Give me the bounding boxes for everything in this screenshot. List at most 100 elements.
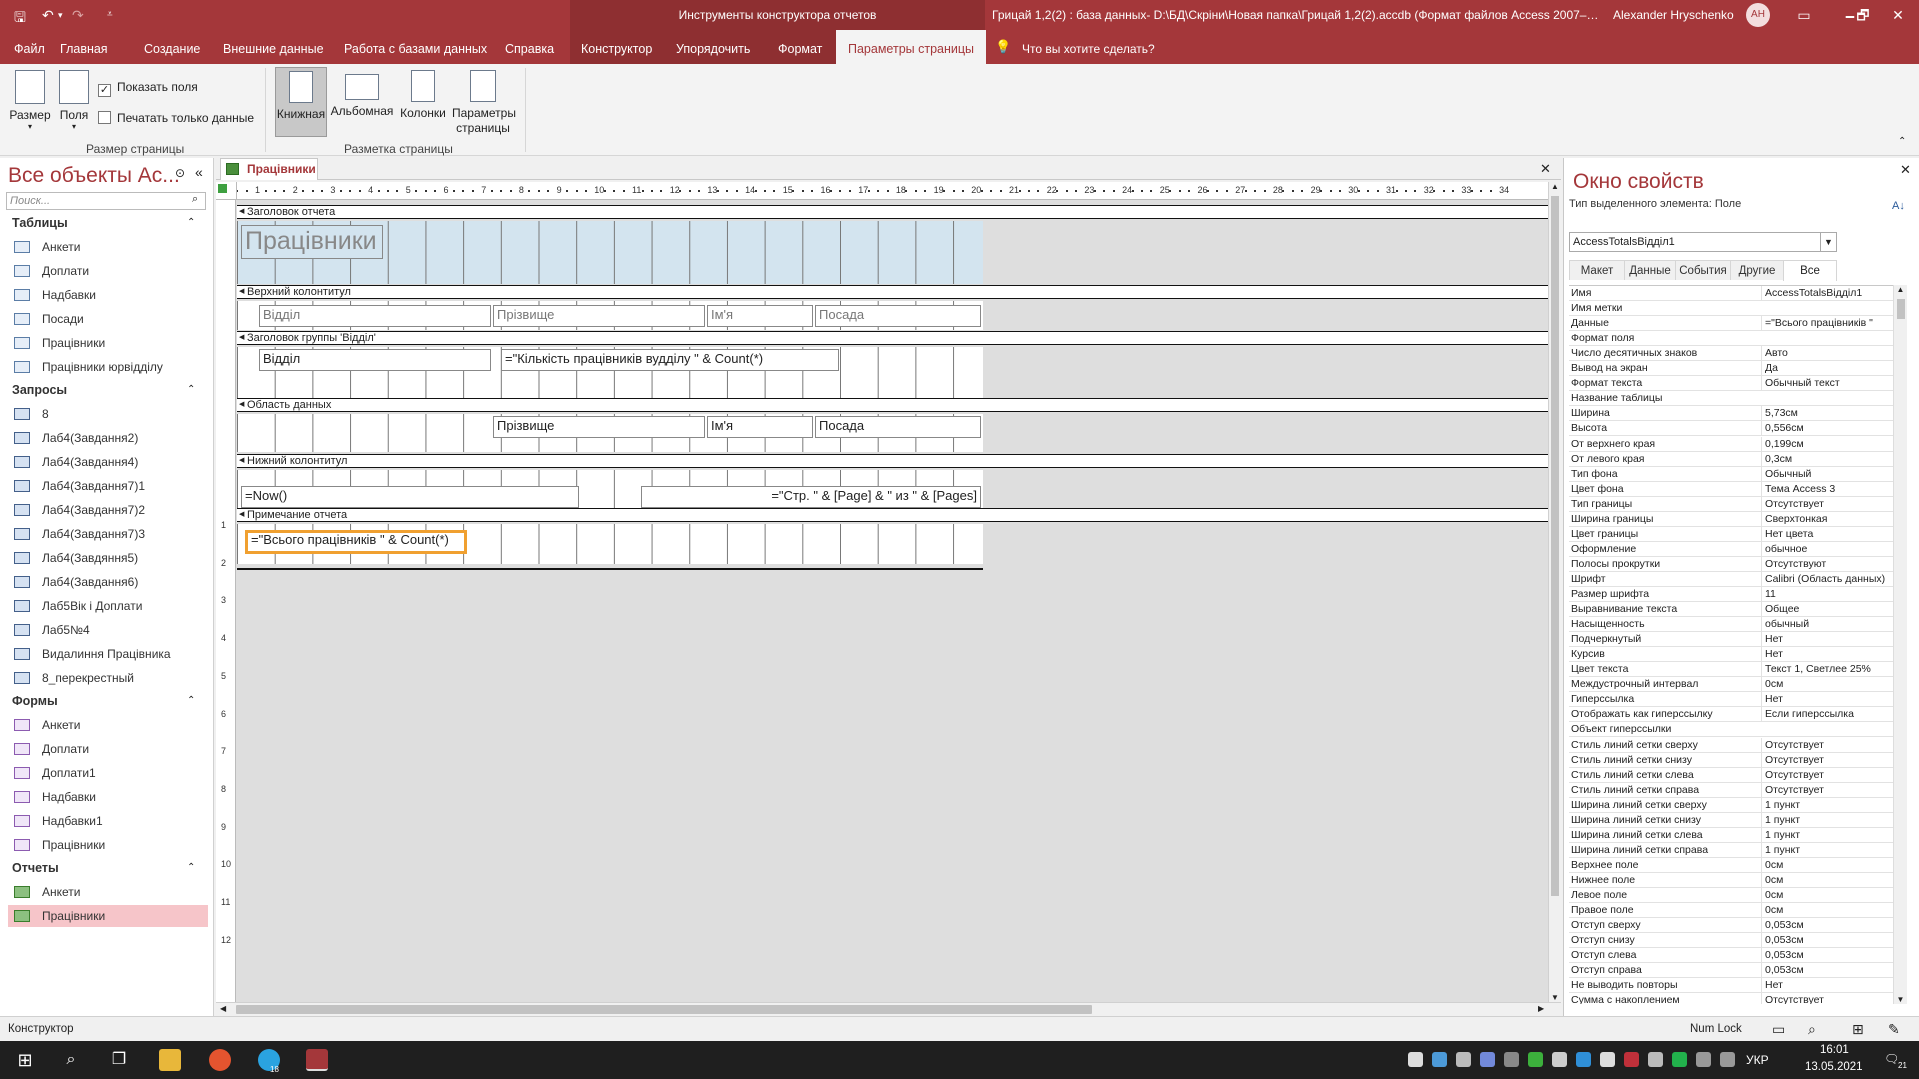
property-value[interactable]: 0см — [1761, 857, 1891, 872]
customize-qat-icon[interactable]: ⩡ — [107, 9, 113, 20]
page-header-label-position[interactable]: Посада — [815, 305, 981, 327]
discord-icon[interactable] — [1480, 1052, 1495, 1067]
tray-app-icon[interactable] — [1576, 1052, 1591, 1067]
property-row[interactable]: Тип границы Отсутствует — [1569, 496, 1893, 512]
columns-button[interactable]: Колонки — [397, 70, 449, 120]
property-value[interactable]: Тема Access 3 — [1761, 481, 1891, 496]
clock-date[interactable]: 13.05.2021 — [1805, 1061, 1863, 1073]
tab-file[interactable]: Файл — [6, 30, 53, 64]
property-row[interactable]: Ширина линий сетки снизу 1 пункт — [1569, 812, 1893, 828]
document-tab-report[interactable]: Працівники — [220, 158, 318, 180]
property-row[interactable]: Шрифт Calibri (Область данных) — [1569, 571, 1893, 587]
property-row[interactable]: Отступ сверху 0,053см — [1569, 918, 1893, 934]
nav-pane-title[interactable]: Все объекты Ac... — [8, 164, 180, 188]
nav-item[interactable]: 8_перекрестный — [8, 667, 208, 689]
chevron-down-icon[interactable]: ▼ — [1820, 233, 1836, 251]
portrait-button[interactable]: Книжная — [275, 67, 327, 137]
band-group-header[interactable]: Відділ ="Кількість працівників вудділу "… — [237, 347, 1548, 400]
props-tab-events[interactable]: События — [1675, 260, 1731, 280]
tray-app-icon[interactable] — [1648, 1052, 1663, 1067]
property-row[interactable]: Размер шрифта 11 — [1569, 587, 1893, 602]
nav-item[interactable]: Лаб5Вік і Доплати — [8, 595, 208, 617]
property-row[interactable]: Междустрочный интервал 0см — [1569, 677, 1893, 693]
property-value[interactable]: Отсутствуют — [1761, 556, 1891, 571]
tray-app-icon[interactable] — [1456, 1052, 1471, 1067]
redo-icon[interactable]: ↷ — [72, 7, 84, 24]
property-row[interactable]: Вывод на экран Да — [1569, 361, 1893, 377]
page-header-label-name[interactable]: Ім'я — [707, 305, 813, 327]
tab-format[interactable]: Формат — [770, 30, 830, 64]
property-value[interactable]: Если гиперссылка — [1761, 707, 1891, 722]
scroll-thumb[interactable] — [1551, 196, 1559, 896]
task-view-icon[interactable]: ❐ — [108, 1049, 130, 1071]
tell-me-search[interactable]: Что вы хотите сделать? — [1022, 42, 1155, 56]
property-value[interactable]: 0,053см — [1761, 933, 1891, 948]
property-row[interactable]: Левое поле 0см — [1569, 888, 1893, 903]
props-tab-all[interactable]: Все — [1783, 260, 1837, 281]
property-row[interactable]: Объект гиперссылки — [1569, 722, 1893, 738]
property-value[interactable]: 0,053см — [1761, 948, 1891, 963]
property-row[interactable]: Нижнее поле 0см — [1569, 872, 1893, 888]
property-row[interactable]: Ширина линий сетки слева 1 пункт — [1569, 827, 1893, 843]
property-value[interactable]: 11 — [1761, 587, 1891, 601]
property-row[interactable]: Насыщенность обычный — [1569, 617, 1893, 633]
tab-help[interactable]: Справка — [497, 30, 562, 64]
print-preview-icon[interactable]: ⌕ — [1808, 1017, 1816, 1041]
property-value[interactable]: 1 пункт — [1761, 797, 1891, 812]
property-value[interactable]: 0см — [1761, 888, 1891, 902]
property-value[interactable]: Авто — [1761, 346, 1891, 361]
nav-group-header[interactable]: Таблицы — [12, 216, 68, 230]
nav-item[interactable]: Посади — [8, 308, 208, 330]
band-page-header[interactable]: Відділ Прізвище Ім'я Посада — [237, 301, 1548, 330]
control-selector[interactable]: AccessTotalsВідділ1 ▼ — [1569, 232, 1837, 252]
margins-button[interactable]: Поля ▾ — [56, 70, 92, 131]
size-button[interactable]: Размер ▾ — [8, 70, 52, 131]
nav-item[interactable]: Лаб4(Завдання7)3 — [8, 523, 208, 545]
property-row[interactable]: Цвет фона Тема Access 3 — [1569, 481, 1893, 497]
scroll-down-icon[interactable]: ▼ — [1549, 993, 1561, 1002]
chrome-icon[interactable] — [209, 1049, 231, 1071]
band-report-header[interactable]: Працівники — [237, 221, 1548, 284]
property-value[interactable]: Да — [1761, 361, 1891, 376]
nav-item[interactable]: 8 — [8, 403, 208, 425]
property-row[interactable]: Оформление обычное — [1569, 541, 1893, 557]
layout-view-icon[interactable]: ⊞ — [1852, 1017, 1864, 1041]
nav-search-input[interactable]: Поиск... — [6, 192, 206, 210]
scroll-up-icon[interactable]: ▲ — [1549, 182, 1561, 191]
close-button[interactable]: ✕ — [1878, 0, 1918, 30]
total-count-textbox[interactable]: ="Всього працівників " & Count(*) — [245, 530, 467, 554]
nav-item[interactable]: Лаб4(Завдання7)1 — [8, 475, 208, 497]
property-row[interactable]: Сумма с накоплением Отсутствует — [1569, 993, 1893, 1004]
nav-item[interactable]: Анкети — [8, 236, 208, 258]
property-value[interactable]: Отсутствует — [1761, 782, 1891, 797]
steam-icon[interactable] — [1504, 1052, 1519, 1067]
property-row[interactable]: Отступ слева 0,053см — [1569, 948, 1893, 964]
property-row[interactable]: От верхнего края 0,199см — [1569, 436, 1893, 452]
access-icon[interactable] — [306, 1049, 328, 1071]
detail-field-name[interactable]: Ім'я — [707, 416, 813, 438]
property-row[interactable]: Полосы прокрутки Отсутствуют — [1569, 556, 1893, 572]
nav-item[interactable]: Доплати — [8, 260, 208, 282]
tray-app-icon[interactable] — [1552, 1052, 1567, 1067]
tab-create[interactable]: Создание — [136, 30, 208, 64]
undo-icon[interactable]: ↶ — [42, 7, 54, 24]
scroll-left-icon[interactable]: ◀ — [220, 1004, 226, 1013]
nav-item[interactable]: Лаб4(Завдання6) — [8, 571, 208, 593]
property-row[interactable]: Цвет границы Нет цвета — [1569, 526, 1893, 542]
property-value[interactable]: Отсутствует — [1761, 752, 1891, 767]
nav-item[interactable]: Доплати1 — [8, 762, 208, 784]
design-view-icon[interactable]: ✎ — [1888, 1017, 1900, 1041]
property-value[interactable]: 1 пункт — [1761, 827, 1891, 842]
page-header-label-dept[interactable]: Відділ — [259, 305, 491, 327]
scroll-thumb[interactable] — [1897, 299, 1905, 319]
property-row[interactable]: Формат поля — [1569, 331, 1893, 347]
report-title-label[interactable]: Працівники — [241, 225, 383, 259]
search-icon[interactable]: ⌕ — [60, 1049, 82, 1071]
property-row[interactable]: Отступ справа 0,053см — [1569, 963, 1893, 979]
tab-design[interactable]: Конструктор — [573, 30, 660, 64]
group-field-dept[interactable]: Відділ — [259, 349, 491, 371]
tray-app-icon[interactable] — [1672, 1052, 1687, 1067]
property-row[interactable]: Верхнее поле 0см — [1569, 857, 1893, 873]
tray-app-icon[interactable] — [1408, 1052, 1423, 1067]
property-row[interactable]: Гиперссылка Нет — [1569, 692, 1893, 708]
